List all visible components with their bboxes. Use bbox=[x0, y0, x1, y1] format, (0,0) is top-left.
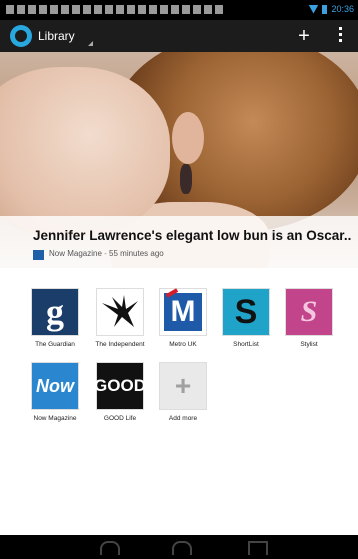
hero-photo-face bbox=[0, 67, 170, 237]
source-tile-now[interactable]: Now Now Magazine bbox=[26, 363, 84, 422]
notification-icon bbox=[204, 5, 212, 14]
notification-icon bbox=[94, 5, 102, 14]
stylist-logo: S bbox=[286, 289, 332, 335]
source-label: The Independent bbox=[95, 341, 145, 348]
guardian-logo: g bbox=[32, 289, 78, 335]
notification-icon bbox=[138, 5, 146, 14]
library-title[interactable]: Library bbox=[38, 29, 75, 43]
notification-icon bbox=[105, 5, 113, 14]
metro-logo-mark: M bbox=[164, 293, 202, 331]
now-logo: Now bbox=[32, 363, 78, 409]
navigation-bar bbox=[0, 535, 358, 559]
source-tile-good[interactable]: GOOD GOOD Life bbox=[91, 363, 149, 422]
source-label: Stylist bbox=[300, 341, 318, 348]
guardian-logo-text: g bbox=[46, 292, 64, 332]
notification-icon bbox=[215, 5, 223, 14]
hero-source-line: Now Magazine - 55 minutes ago bbox=[49, 249, 164, 258]
hero-time-ago: 55 minutes ago bbox=[109, 249, 164, 258]
home-icon[interactable] bbox=[172, 541, 192, 555]
app-logo-icon[interactable] bbox=[10, 25, 32, 47]
notification-icons bbox=[6, 5, 223, 14]
metro-logo: M bbox=[160, 288, 206, 335]
notification-icon bbox=[116, 5, 124, 14]
hero-headline[interactable]: Jennifer Lawrence's elegant low bun is a… bbox=[33, 228, 351, 243]
notification-icon bbox=[6, 5, 14, 14]
plus-icon-glyph: + bbox=[174, 370, 192, 401]
hero-source-name: Now Magazine bbox=[49, 249, 102, 258]
source-label: ShortList bbox=[233, 341, 259, 348]
source-tile-add-more[interactable]: + Add more bbox=[154, 363, 212, 422]
notification-icon bbox=[28, 5, 36, 14]
hero-separator: - bbox=[101, 249, 110, 258]
dropdown-indicator-icon[interactable] bbox=[88, 41, 93, 46]
notification-icon bbox=[182, 5, 190, 14]
eagle-logo bbox=[97, 289, 143, 335]
stylist-logo-text: S bbox=[300, 295, 318, 328]
good-logo: GOOD bbox=[94, 363, 146, 409]
status-bar: 20:36 bbox=[0, 0, 358, 20]
battery-icon bbox=[322, 4, 328, 14]
hero-photo-earring bbox=[180, 164, 192, 194]
notification-icon bbox=[160, 5, 168, 14]
source-tile-independent[interactable]: The Independent bbox=[91, 289, 149, 348]
system-status: 20:36 bbox=[308, 4, 354, 14]
source-label: Add more bbox=[168, 415, 198, 422]
now-logo-text: Now bbox=[36, 375, 74, 396]
source-label: The Guardian bbox=[35, 341, 75, 348]
source-label: Now Magazine bbox=[33, 415, 77, 422]
source-tile-shortlist[interactable]: S ShortList bbox=[217, 289, 275, 348]
notification-icon bbox=[61, 5, 69, 14]
notification-icon bbox=[72, 5, 80, 14]
notification-icon bbox=[17, 5, 25, 14]
status-time: 20:36 bbox=[331, 4, 354, 14]
action-bar: Library + bbox=[0, 20, 358, 52]
wifi-icon bbox=[308, 4, 319, 14]
notification-icon bbox=[39, 5, 47, 14]
source-label: Metro UK bbox=[169, 341, 197, 348]
hero-photo-ear bbox=[172, 112, 204, 164]
notification-icon bbox=[171, 5, 179, 14]
source-tile-stylist[interactable]: S Stylist bbox=[280, 289, 338, 348]
recent-apps-icon[interactable] bbox=[248, 541, 268, 555]
notification-icon bbox=[127, 5, 135, 14]
source-label: GOOD Life bbox=[103, 415, 137, 422]
source-tile-guardian[interactable]: g The Guardian bbox=[26, 289, 84, 348]
notification-icon bbox=[50, 5, 58, 14]
back-icon[interactable] bbox=[100, 541, 120, 555]
notification-icon bbox=[83, 5, 91, 14]
plus-icon: + bbox=[160, 363, 206, 409]
add-button[interactable]: + bbox=[292, 24, 316, 48]
shortlist-logo: S bbox=[223, 289, 269, 335]
notification-icon bbox=[149, 5, 157, 14]
source-tile-metro[interactable]: M Metro UK bbox=[154, 288, 212, 348]
good-logo-text: GOOD bbox=[94, 376, 146, 395]
source-icon bbox=[33, 250, 44, 260]
shortlist-logo-text: S bbox=[234, 292, 258, 331]
overflow-menu-icon[interactable] bbox=[328, 24, 352, 48]
notification-icon bbox=[193, 5, 201, 14]
